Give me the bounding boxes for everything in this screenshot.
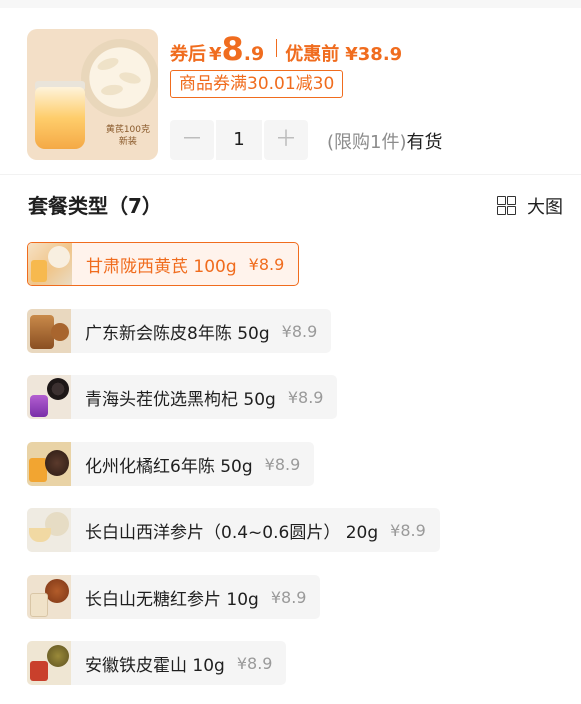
product-image[interactable]: 黄芪100克 新装	[27, 29, 158, 160]
package-option[interactable]: 化州化橘红6年陈 50g ¥8.9	[27, 442, 315, 486]
option-name: 长白山无糖红参片 10g	[85, 589, 259, 610]
coupon-badge[interactable]: 商品券满30.01减30	[170, 70, 344, 98]
tangerine-peel-thumb	[27, 309, 71, 353]
jar-graphic	[35, 87, 85, 149]
black-goji-thumb	[27, 375, 71, 419]
package-type-title: 套餐类型（7）	[28, 194, 162, 218]
package-option[interactable]: 长白山无糖红参片 10g ¥8.9	[27, 575, 321, 619]
quantity-stepper: － 1 ＋	[170, 120, 308, 162]
option-price: ¥8.9	[390, 520, 426, 540]
option-name: 广东新会陈皮8年陈 50g	[85, 323, 270, 344]
currency-symbol: ¥	[209, 44, 222, 65]
price-divider	[276, 39, 278, 57]
package-option[interactable]: 甘肃陇西黄芪 100g ¥8.9	[27, 242, 300, 286]
option-name: 青海头茬优选黑枸杞 50g	[85, 389, 276, 410]
before-discount-label: 优惠前	[285, 44, 340, 65]
original-price: ¥38.9	[345, 44, 403, 65]
package-option[interactable]: 广东新会陈皮8年陈 50g ¥8.9	[27, 309, 332, 353]
grid-icon	[497, 196, 517, 216]
quantity-field[interactable]: 1	[216, 120, 262, 160]
price-decimal: .9	[243, 43, 265, 65]
huajuhong-thumb	[27, 442, 71, 486]
price-integer: 8	[221, 30, 244, 68]
top-divider	[0, 0, 581, 8]
option-price: ¥8.9	[236, 653, 273, 673]
large-view-label: 大图	[527, 197, 563, 218]
option-price: ¥8.9	[264, 454, 301, 474]
dendrobium-thumb	[27, 641, 71, 685]
option-price: ¥8.9	[281, 321, 318, 341]
after-coupon-label: 券后	[170, 44, 206, 65]
option-name: 化州化橘红6年陈 50g	[85, 456, 253, 477]
astragalus-thumb	[28, 243, 72, 285]
option-price: ¥8.9	[287, 387, 324, 407]
american-ginseng-thumb	[27, 508, 71, 552]
product-image-caption: 黄芪100克 新装	[105, 125, 150, 147]
section-divider	[0, 174, 581, 175]
stock-status: 有货	[406, 132, 443, 153]
price-row: 券后 ¥ 8 .9 优惠前 ¥38.9	[170, 30, 403, 68]
red-ginseng-thumb	[27, 575, 71, 619]
stock-info: (限购1件)有货	[327, 128, 443, 154]
package-option[interactable]: 青海头茬优选黑枸杞 50g ¥8.9	[27, 375, 338, 419]
option-name: 甘肃陇西黄芪 100g	[86, 256, 237, 277]
option-price: ¥8.9	[248, 254, 285, 274]
option-price: ¥8.9	[270, 587, 307, 607]
package-option[interactable]: 长白山西洋参片（0.4~0.6圆片） 20g ¥8.9	[27, 508, 440, 552]
large-view-toggle[interactable]: 大图	[497, 193, 563, 219]
package-option[interactable]: 安徽铁皮霍山 10g ¥8.9	[27, 641, 287, 685]
purchase-limit-text: (限购1件)	[327, 132, 407, 153]
option-name: 长白山西洋参片（0.4~0.6圆片） 20g	[85, 522, 379, 543]
option-name: 安徽铁皮霍山 10g	[85, 655, 225, 676]
decrement-button[interactable]: －	[170, 120, 214, 160]
increment-button[interactable]: ＋	[264, 120, 308, 160]
